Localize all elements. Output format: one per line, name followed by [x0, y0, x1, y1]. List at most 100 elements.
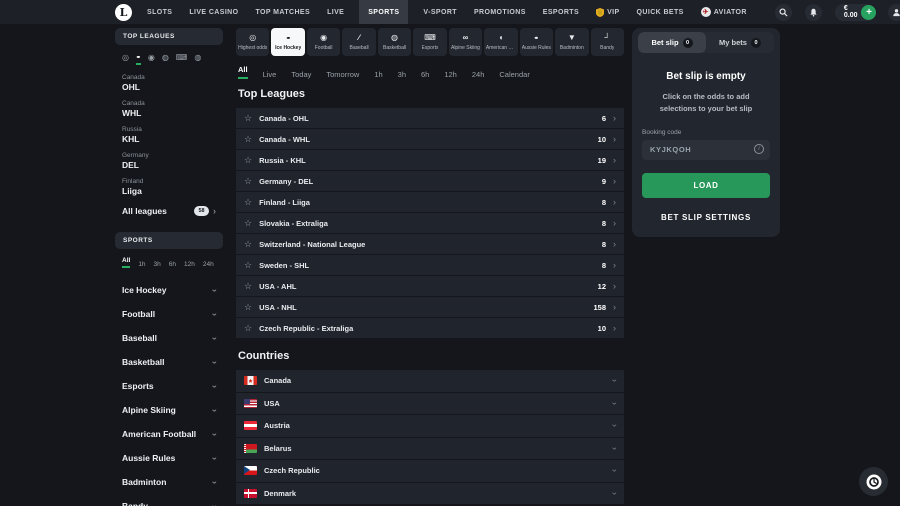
sidebar-sport-item[interactable]: Alpine Skiing ›: [115, 398, 223, 422]
nav-item[interactable]: LIVE CASINO: [187, 0, 240, 24]
time-filter[interactable]: 1h: [138, 261, 145, 268]
sport-chip[interactable]: Baseball: [342, 28, 375, 56]
nav-item[interactable]: PROMOTIONS: [472, 0, 528, 24]
sidebar-sport-item[interactable]: Esports ›: [115, 374, 223, 398]
nav-item[interactable]: V-SPORT: [421, 0, 459, 24]
time-tab[interactable]: 6h: [421, 70, 429, 79]
country-row[interactable]: Canada ›: [236, 370, 624, 392]
sport-chip[interactable]: Highest odds: [236, 28, 269, 56]
league-row[interactable]: ☆ Sweden - SHL 8 ›: [236, 255, 624, 275]
time-tab[interactable]: Live: [263, 70, 277, 79]
tab-bet-slip[interactable]: Bet slip 0: [638, 32, 706, 53]
sport-chip[interactable]: Alpine Skiing: [449, 28, 482, 56]
favorite-star-icon[interactable]: ☆: [244, 177, 252, 186]
sport-chip[interactable]: American Football: [484, 28, 517, 56]
football-icon[interactable]: [148, 54, 155, 64]
highest-odds-icon[interactable]: [122, 54, 129, 64]
esports-icon[interactable]: [176, 54, 188, 64]
nav-item[interactable]: SPORTS: [359, 0, 408, 24]
sidebar-league-item[interactable]: Finland Liiga: [115, 176, 223, 198]
sport-chip[interactable]: Ice Hockey: [271, 28, 304, 56]
favorite-star-icon[interactable]: ☆: [244, 261, 252, 270]
sidebar-league-item[interactable]: Germany DEL: [115, 150, 223, 172]
bet-slip-settings-button[interactable]: BET SLIP SETTINGS: [642, 213, 770, 222]
sport-chip[interactable]: Football: [307, 28, 340, 56]
nav-item-aviator[interactable]: ✈ AVIATOR: [699, 0, 749, 24]
time-tab[interactable]: Calendar: [499, 70, 529, 79]
league-row[interactable]: ☆ Canada - OHL 6 ›: [236, 108, 624, 128]
time-filter[interactable]: 6h: [169, 261, 176, 268]
sport-chip[interactable]: Aussie Rules: [520, 28, 553, 56]
ice-hockey-icon[interactable]: [136, 53, 141, 65]
favorite-star-icon[interactable]: ☆: [244, 324, 252, 333]
time-tab[interactable]: 3h: [398, 70, 406, 79]
favorite-star-icon[interactable]: ☆: [244, 282, 252, 291]
favorite-star-icon[interactable]: ☆: [244, 303, 252, 312]
favorite-star-icon[interactable]: ☆: [244, 114, 252, 123]
chat-widget-button[interactable]: [859, 467, 888, 496]
sidebar-league-item[interactable]: Canada OHL: [115, 72, 223, 94]
sidebar-sport-item[interactable]: Aussie Rules ›: [115, 446, 223, 470]
time-tab[interactable]: All: [238, 65, 248, 79]
search-button[interactable]: [775, 4, 792, 21]
time-tab[interactable]: 12h: [444, 70, 457, 79]
nav-item[interactable]: LIVE: [325, 0, 346, 24]
notifications-button[interactable]: [805, 4, 822, 21]
sidebar-sport-item[interactable]: American Football ›: [115, 422, 223, 446]
league-row[interactable]: ☆ Germany - DEL 9 ›: [236, 171, 624, 191]
sport-chip[interactable]: Badminton: [555, 28, 588, 56]
booking-code-input[interactable]: [642, 140, 770, 160]
country-row[interactable]: Czech Republic ›: [236, 460, 624, 482]
sidebar-sport-item[interactable]: Ice Hockey ›: [115, 278, 223, 302]
info-icon[interactable]: i: [754, 144, 764, 154]
league-row[interactable]: ☆ Czech Republic - Extraliga 10 ›: [236, 318, 624, 338]
time-tab[interactable]: Today: [291, 70, 311, 79]
time-tab[interactable]: 1h: [374, 70, 382, 79]
load-button[interactable]: LOAD: [642, 173, 770, 198]
sport-chip[interactable]: Basketball: [378, 28, 411, 56]
time-tab[interactable]: 24h: [472, 70, 485, 79]
league-row[interactable]: ☆ Slovakia - Extraliga 8 ›: [236, 213, 624, 233]
sidebar-league-item[interactable]: Canada WHL: [115, 98, 223, 120]
time-tab[interactable]: Tomorrow: [326, 70, 359, 79]
nav-item[interactable]: SLOTS: [145, 0, 174, 24]
league-row[interactable]: ☆ USA - NHL 158 ›: [236, 297, 624, 317]
favorite-star-icon[interactable]: ☆: [244, 240, 252, 249]
balance-pill[interactable]: € 0.00 +: [835, 4, 876, 21]
sidebar-sport-item[interactable]: Bandy ›: [115, 494, 223, 506]
country-row[interactable]: Belarus ›: [236, 438, 624, 460]
time-filter[interactable]: 24h: [203, 261, 214, 268]
account-button[interactable]: [888, 4, 900, 21]
nav-item-quick-bets[interactable]: QUICK BETS: [635, 0, 686, 24]
league-row[interactable]: ☆ USA - AHL 12 ›: [236, 276, 624, 296]
nav-item[interactable]: TOP MATCHES: [253, 0, 312, 24]
sidebar-sport-item[interactable]: Badminton ›: [115, 470, 223, 494]
site-logo[interactable]: L: [115, 4, 132, 21]
nav-item[interactable]: ESPORTS: [541, 0, 581, 24]
favorite-star-icon[interactable]: ☆: [244, 156, 252, 165]
country-row[interactable]: Austria ›: [236, 415, 624, 437]
ball-icon[interactable]: [194, 54, 201, 64]
sidebar-sport-item[interactable]: Baseball ›: [115, 326, 223, 350]
league-row[interactable]: ☆ Finland - Liiga 8 ›: [236, 192, 624, 212]
nav-item-vip[interactable]: VIP: [594, 0, 621, 24]
favorite-star-icon[interactable]: ☆: [244, 198, 252, 207]
country-row[interactable]: USA ›: [236, 393, 624, 415]
deposit-plus-button[interactable]: +: [861, 5, 876, 20]
time-filter[interactable]: 3h: [154, 261, 161, 268]
basketball-icon[interactable]: [162, 54, 169, 64]
league-row[interactable]: ☆ Switzerland - National League 8 ›: [236, 234, 624, 254]
sidebar-league-item[interactable]: Russia KHL: [115, 124, 223, 146]
all-leagues-link[interactable]: All leagues 58 ›: [115, 202, 223, 220]
favorite-star-icon[interactable]: ☆: [244, 135, 252, 144]
tab-my-bets[interactable]: My bets 0: [706, 32, 774, 53]
sidebar-sport-item[interactable]: Football ›: [115, 302, 223, 326]
sidebar-sport-item[interactable]: Basketball ›: [115, 350, 223, 374]
sport-chip[interactable]: Esports: [413, 28, 446, 56]
country-row[interactable]: Denmark ›: [236, 483, 624, 505]
league-row[interactable]: ☆ Russia - KHL 19 ›: [236, 150, 624, 170]
league-row[interactable]: ☆ Canada - WHL 10 ›: [236, 129, 624, 149]
sport-chip[interactable]: Bandy: [591, 28, 624, 56]
time-filter[interactable]: 12h: [184, 261, 195, 268]
time-filter[interactable]: All: [122, 257, 130, 268]
